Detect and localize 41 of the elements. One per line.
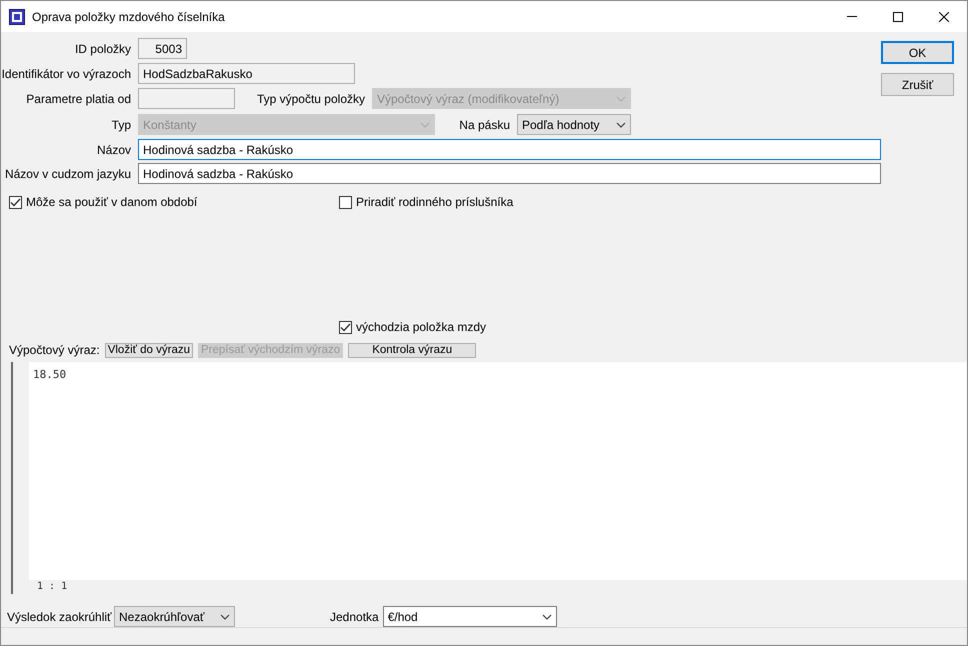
- field-label: Parametre platia od: [25, 90, 132, 108]
- ok-button[interactable]: OK: [881, 41, 954, 64]
- toolbar-button[interactable]: Vložiť do výrazu: [104, 342, 193, 358]
- code-editor[interactable]: 18.50 1 : 1: [11, 362, 967, 594]
- field-label: Typ: [110, 116, 132, 134]
- expression-label: Výpočtový výraz:: [9, 342, 100, 359]
- field-label: Na pásku: [458, 116, 511, 134]
- checkbox[interactable]: [9, 196, 22, 208]
- checkbox[interactable]: [339, 196, 352, 208]
- checkbox-label: Priradiť rodinného príslušníka: [356, 194, 514, 211]
- chevron-icon: [420, 122, 430, 128]
- dropdown[interactable]: Podľa hodnoty: [517, 114, 631, 135]
- checkbox-label: východzia položka mzdy: [356, 319, 486, 336]
- chevron-icon: [616, 96, 626, 102]
- field-label: Výsledok zaokrúhliť: [7, 608, 113, 626]
- cancel-button[interactable]: Zrušiť: [881, 73, 954, 96]
- minimize-icon: [847, 16, 857, 17]
- dropdown[interactable]: €/hod: [382, 606, 557, 628]
- text-field[interactable]: Hodinová sadzba - Rakúsko: [138, 163, 881, 184]
- toolbar-button[interactable]: Kontrola výrazu: [348, 342, 476, 358]
- check-icon: [10, 198, 21, 206]
- field-label: Názov: [96, 142, 132, 158]
- cursor-position: 1 : 1: [36, 580, 68, 594]
- text-field[interactable]: Hodinová sadzba - Rakúsko: [138, 139, 881, 160]
- dropdown[interactable]: Nezaokrúhľovať: [114, 606, 235, 628]
- field-label: Identifikátor vo výrazoch: [1, 66, 132, 82]
- chevron-icon: [616, 122, 626, 128]
- window-title: Oprava položky mzdového číselníka: [32, 8, 225, 26]
- chevron-icon: [542, 614, 552, 620]
- checkbox-label: Môže sa použiť v danom období: [26, 194, 198, 211]
- app-icon: [9, 8, 25, 24]
- field-label: Jednotka: [330, 608, 380, 626]
- field-label: Názov v cudzom jazyku: [4, 166, 132, 182]
- chevron-icon: [220, 614, 230, 620]
- code-text: 18.50: [33, 368, 66, 381]
- close-icon: [939, 12, 949, 22]
- field-label: Typ výpočtu položky: [256, 90, 366, 108]
- field-label: ID položky: [74, 40, 132, 58]
- check-icon: [340, 322, 351, 332]
- checkbox[interactable]: [339, 320, 352, 334]
- maximize-icon: [893, 12, 903, 22]
